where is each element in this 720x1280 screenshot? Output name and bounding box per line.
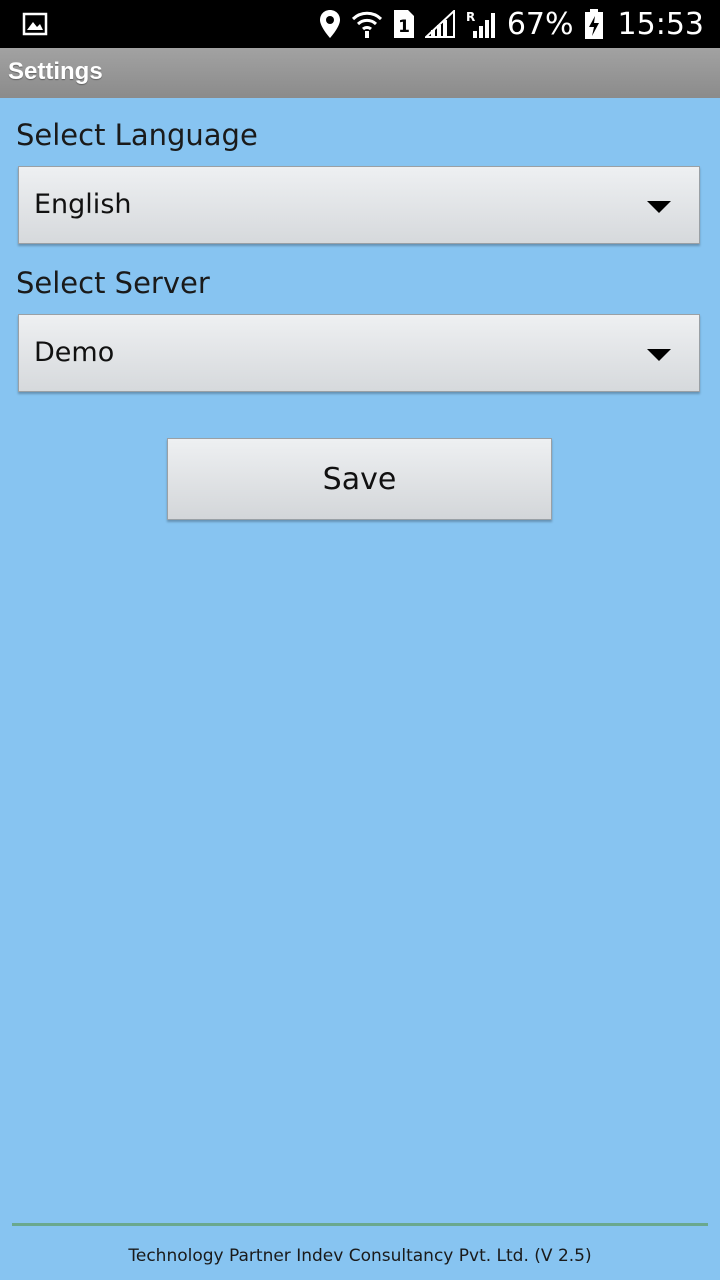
svg-text:1: 1	[398, 17, 410, 37]
server-dropdown[interactable]: Demo	[18, 314, 700, 392]
dropdown-arrow-icon	[647, 349, 671, 361]
title-bar: Settings	[0, 48, 720, 98]
footer-text: Technology Partner Indev Consultancy Pvt…	[128, 1246, 592, 1266]
sim1-icon: 1	[393, 9, 415, 39]
server-selected-value: Demo	[34, 337, 115, 368]
wifi-icon	[351, 9, 383, 39]
page-title: Settings	[8, 58, 103, 85]
language-selected-value: English	[34, 189, 132, 220]
status-bar: 1 R 67% 15:53	[0, 0, 720, 48]
dropdown-arrow-icon	[647, 201, 671, 213]
clock: 15:53	[617, 6, 704, 42]
battery-charging-icon	[584, 8, 604, 40]
save-button[interactable]: Save	[167, 438, 552, 520]
select-language-label: Select Language	[16, 118, 258, 152]
language-dropdown[interactable]: English	[18, 166, 700, 244]
svg-text:R: R	[466, 10, 475, 24]
footer-divider	[12, 1223, 708, 1226]
roaming-signal-icon: R	[465, 9, 497, 39]
select-server-label: Select Server	[16, 266, 210, 300]
location-icon	[319, 9, 341, 39]
battery-percent: 67%	[506, 6, 574, 42]
signal-icon	[424, 10, 455, 38]
gallery-icon	[22, 11, 48, 37]
